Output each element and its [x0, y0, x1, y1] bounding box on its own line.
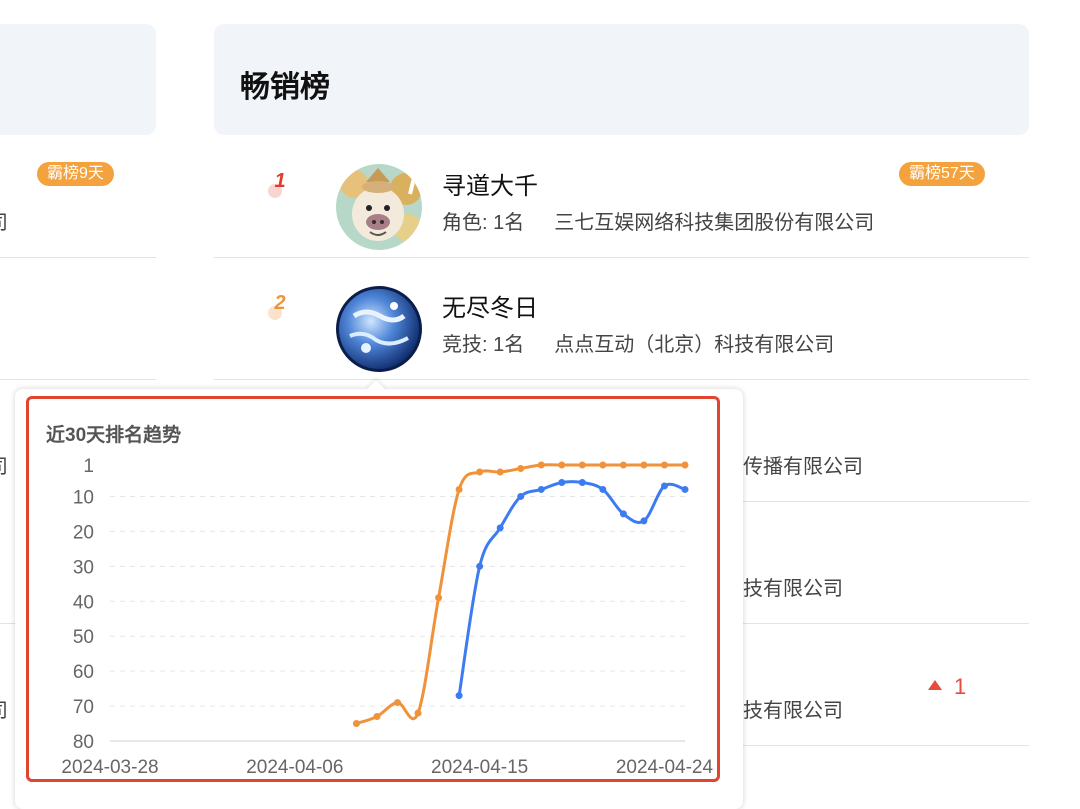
app-name[interactable]: 无尽冬日: [442, 288, 538, 323]
data-point: [352, 720, 360, 728]
data-point: [681, 485, 689, 493]
rank-number: 1: [268, 170, 292, 204]
data-point: [660, 461, 668, 469]
left-divider: [0, 379, 156, 380]
left-company-fragment: 司: [0, 450, 8, 479]
frozen-planet-avatar[interactable]: [336, 286, 422, 372]
bestseller-header: 畅销榜: [214, 24, 1029, 135]
data-point: [640, 461, 648, 469]
data-point: [455, 692, 463, 700]
left-company-fragment: 司: [0, 694, 8, 723]
data-point: [537, 461, 545, 469]
company-fragment: 技有限公司: [743, 700, 843, 722]
data-point: [517, 492, 525, 500]
data-point: [496, 468, 504, 476]
x-tick-label: 2024-04-24: [616, 757, 714, 778]
app-company: 三七互娱网络科技集团股份有限公司: [554, 212, 875, 234]
y-tick-label: 40: [73, 592, 94, 613]
app-meta: 角色: 1名 三七互娱网络科技集团股份有限公司: [442, 206, 874, 235]
x-tick-label: 2024-04-15: [431, 757, 528, 778]
data-point: [681, 461, 689, 469]
app-category: 角色: 1名: [442, 212, 525, 234]
pig-character-avatar[interactable]: [336, 164, 422, 250]
ranking-row[interactable]: 1 寻道大千 角色: 1名 三七互娱网络科技集团股份有限公司 霸榜57天: [214, 136, 1029, 258]
left-company-fragment: 司: [0, 206, 8, 235]
data-point: [414, 709, 422, 717]
data-point: [517, 464, 525, 472]
data-point: [599, 461, 607, 469]
y-tick-label: 50: [73, 627, 94, 648]
data-point: [537, 485, 545, 493]
x-tick-label: 2024-03-28: [61, 757, 158, 778]
x-tick-label: 2024-04-06: [246, 757, 343, 778]
chart-title: 近30天排名趋势: [46, 425, 182, 446]
data-point: [599, 485, 607, 493]
data-point: [496, 524, 504, 532]
up-arrow-icon: [928, 680, 942, 690]
rank-trend-chart: 1 10 20 30 40 50 60 70 80 2024-03-28 2024-04-06 202…: [61, 456, 714, 778]
data-point: [394, 699, 401, 707]
company-fragment: 传播有限公司: [743, 456, 863, 478]
y-tick-label: 1: [83, 456, 94, 477]
data-point: [558, 478, 566, 486]
data-point: [476, 562, 484, 570]
data-point: [660, 482, 668, 490]
y-tick-label: 70: [73, 697, 94, 718]
app-meta: 竞技: 1名 点点互动（北京）科技有限公司: [442, 328, 834, 357]
streak-badge: 霸榜57天: [899, 162, 985, 186]
data-point: [435, 594, 443, 602]
ranking-row[interactable]: 2 无尽冬日 竞技: 1名 点点互动（北京）科技有限公司: [214, 258, 1029, 380]
series-line: [355, 463, 685, 725]
data-point: [619, 461, 627, 469]
rank-change: 1: [928, 674, 966, 700]
data-point: [558, 461, 566, 469]
data-point: [455, 485, 463, 493]
data-point: [373, 713, 381, 721]
data-point: [578, 461, 586, 469]
data-point: [619, 510, 627, 518]
left-divider: [0, 257, 156, 258]
series-line: [457, 480, 686, 696]
app-name[interactable]: 寻道大千: [442, 166, 538, 201]
rank-number: 2: [268, 292, 292, 326]
data-point: [578, 478, 586, 486]
app-company: 点点互动（北京）科技有限公司: [554, 334, 835, 356]
y-tick-label: 10: [73, 487, 94, 508]
y-tick-label: 80: [73, 732, 94, 753]
left-card-header: [0, 24, 156, 135]
data-point: [476, 468, 484, 476]
y-tick-label: 30: [73, 557, 94, 578]
section-title: 畅销榜: [240, 71, 330, 104]
left-streak-badge: 霸榜9天: [37, 162, 114, 186]
row-divider: [214, 379, 1029, 380]
app-category: 竞技: 1名: [442, 334, 525, 356]
y-tick-label: 20: [73, 522, 94, 543]
company-fragment: 技有限公司: [743, 578, 843, 600]
y-tick-label: 60: [73, 662, 94, 683]
data-point: [640, 517, 648, 525]
